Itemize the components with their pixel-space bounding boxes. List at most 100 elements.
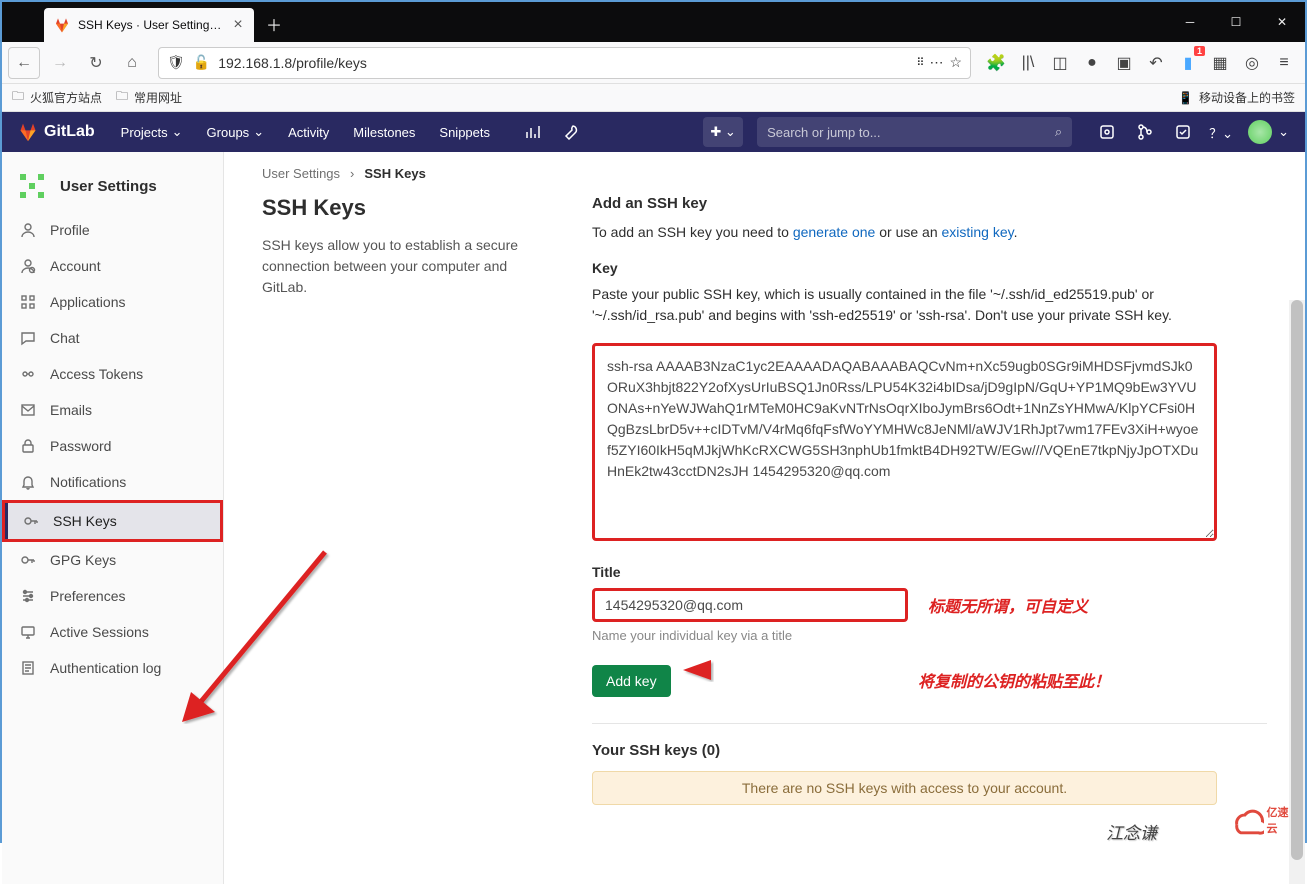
sidebar-item-label: Applications: [50, 294, 126, 310]
empty-keys-alert: There are no SSH keys with access to you…: [592, 771, 1217, 805]
arrow-annotation-icon: [683, 652, 873, 688]
tab-title: SSH Keys · User Settings · Git...: [78, 18, 222, 32]
bookmark-common[interactable]: 🗀常用网址: [116, 87, 182, 108]
key-textarea[interactable]: [592, 343, 1217, 541]
reload-button[interactable]: ↻: [80, 47, 112, 79]
ext-puzzle-icon[interactable]: 🧩: [981, 48, 1011, 78]
menu-projects[interactable]: Projects ⌄: [111, 118, 193, 146]
todo-icon[interactable]: [1166, 117, 1200, 147]
shield-icon[interactable]: 🛡: [167, 54, 185, 71]
sidebar-item-account[interactable]: Account: [2, 248, 223, 284]
sidebar-item-preferences[interactable]: Preferences: [2, 578, 223, 614]
browser-tab[interactable]: SSH Keys · User Settings · Git... ×: [44, 8, 254, 42]
close-tab-icon[interactable]: ×: [230, 17, 246, 33]
browser-tab-bar: SSH Keys · User Settings · Git... × ＋ ─ …: [2, 2, 1305, 42]
back-button[interactable]: ←: [8, 47, 40, 79]
menu-snippets[interactable]: Snippets: [429, 119, 500, 146]
home-button[interactable]: ⌂: [116, 47, 148, 79]
mobile-icon: 📱: [1178, 91, 1193, 105]
account-avatar-icon[interactable]: ●: [1077, 48, 1107, 78]
wrench-icon[interactable]: [554, 117, 588, 147]
sidebar-item-label: Emails: [50, 402, 92, 418]
title-label: Title: [592, 564, 1267, 580]
sidebar-item-label: GPG Keys: [50, 552, 116, 568]
sidebar-item-label: Authentication log: [50, 660, 161, 676]
bell-icon: [20, 474, 36, 490]
insecure-icon[interactable]: 🔓: [193, 54, 210, 71]
chevron-down-icon[interactable]: ⌄: [1278, 124, 1289, 140]
close-window-button[interactable]: ✕: [1259, 2, 1305, 42]
chevron-down-icon: ⌄: [253, 124, 264, 140]
bookmark-mobile[interactable]: 📱移动设备上的书签: [1178, 89, 1295, 106]
gitlab-logo[interactable]: GitLab: [18, 122, 95, 142]
sidebar-header[interactable]: User Settings: [2, 160, 223, 212]
sidebar-item-notifications[interactable]: Notifications: [2, 464, 223, 500]
ext2-icon[interactable]: ◎: [1237, 48, 1267, 78]
lock-icon: [20, 438, 36, 454]
key-icon: [20, 552, 36, 568]
folder-icon: 🗀: [12, 87, 24, 108]
more-icon[interactable]: ⋯: [929, 54, 943, 71]
header-tools: [516, 117, 588, 147]
scrollbar[interactable]: [1289, 300, 1305, 884]
search-input[interactable]: Search or jump to... ⌕: [757, 117, 1072, 147]
issues-icon[interactable]: [1090, 117, 1124, 147]
chart-icon[interactable]: [516, 117, 550, 147]
annotation-title: 标题无所谓，可自定义: [928, 593, 1088, 617]
sidebar-item-authentication-log[interactable]: Authentication log: [2, 650, 223, 686]
new-tab-button[interactable]: ＋: [258, 8, 290, 40]
plus-button[interactable]: ✚ ⌄: [703, 117, 743, 147]
key-help: Paste your public SSH key, which is usua…: [592, 284, 1267, 327]
sidebar-item-applications[interactable]: Applications: [2, 284, 223, 320]
flag-icon[interactable]: ▮1: [1173, 48, 1203, 78]
url-bar[interactable]: 🛡 🔓 192.168.1.8/profile/keys ⠿ ⋯ ☆: [158, 47, 971, 79]
undo-icon[interactable]: ↶: [1141, 48, 1171, 78]
title-input[interactable]: [592, 588, 908, 622]
minimize-button[interactable]: ─: [1167, 2, 1213, 42]
page-desc: SSH keys allow you to establish a secure…: [262, 235, 552, 298]
hamburger-icon[interactable]: ≡: [1269, 48, 1299, 78]
user-avatar[interactable]: [1248, 120, 1272, 144]
existing-link[interactable]: existing key: [942, 224, 1014, 240]
forward-button[interactable]: →: [44, 47, 76, 79]
sidebar-item-active-sessions[interactable]: Active Sessions: [2, 614, 223, 650]
bookmark-firefox[interactable]: 🗀火狐官方站点: [12, 87, 102, 108]
sidebar-item-ssh-keys[interactable]: SSH Keys: [2, 500, 223, 542]
help-icon[interactable]: ？⌄: [1204, 117, 1238, 147]
sidebar-item-password[interactable]: Password: [2, 428, 223, 464]
sidebar-item-access-tokens[interactable]: Access Tokens: [2, 356, 223, 392]
bookmark-star-icon[interactable]: ☆: [949, 54, 962, 71]
sidebar-item-label: Access Tokens: [50, 366, 143, 382]
merge-icon[interactable]: [1128, 117, 1162, 147]
gitlab-logo-icon: [18, 122, 38, 142]
keys-count-heading: Your SSH keys (0): [592, 742, 1267, 759]
sidebar-item-emails[interactable]: Emails: [2, 392, 223, 428]
add-key-heading: Add an SSH key: [592, 195, 1267, 212]
separator: [592, 723, 1267, 724]
sidebar-icon[interactable]: ◫: [1045, 48, 1075, 78]
menu-milestones[interactable]: Milestones: [343, 119, 425, 146]
menu-activity[interactable]: Activity: [278, 119, 339, 146]
ext-icon[interactable]: ▦: [1205, 48, 1235, 78]
breadcrumb-current: SSH Keys: [364, 166, 425, 181]
library-icon[interactable]: ||\: [1013, 48, 1043, 78]
menu-groups[interactable]: Groups ⌄: [197, 118, 275, 146]
breadcrumb-root[interactable]: User Settings: [262, 166, 340, 181]
reader-icon[interactable]: ⠿: [916, 56, 923, 69]
search-icon: ⌕: [1055, 124, 1062, 140]
annotation-key: 将复制的公钥的粘贴至此！: [918, 668, 1110, 692]
window-controls: ─ ☐ ✕: [1167, 2, 1305, 42]
search-placeholder: Search or jump to...: [767, 125, 1047, 140]
prefs-icon: [20, 588, 36, 604]
crop-icon[interactable]: ▣: [1109, 48, 1139, 78]
generate-link[interactable]: generate one: [793, 224, 876, 240]
sidebar-item-gpg-keys[interactable]: GPG Keys: [2, 542, 223, 578]
sidebar-item-label: Preferences: [50, 588, 125, 604]
gitlab-menu: Projects ⌄ Groups ⌄ Activity Milestones …: [111, 118, 500, 146]
sidebar-item-profile[interactable]: Profile: [2, 212, 223, 248]
sidebar-item-chat[interactable]: Chat: [2, 320, 223, 356]
gitlab-header: GitLab Projects ⌄ Groups ⌄ Activity Mile…: [2, 112, 1305, 152]
maximize-button[interactable]: ☐: [1213, 2, 1259, 42]
sidebar-item-label: Active Sessions: [50, 624, 149, 640]
add-key-button[interactable]: Add key: [592, 665, 671, 697]
